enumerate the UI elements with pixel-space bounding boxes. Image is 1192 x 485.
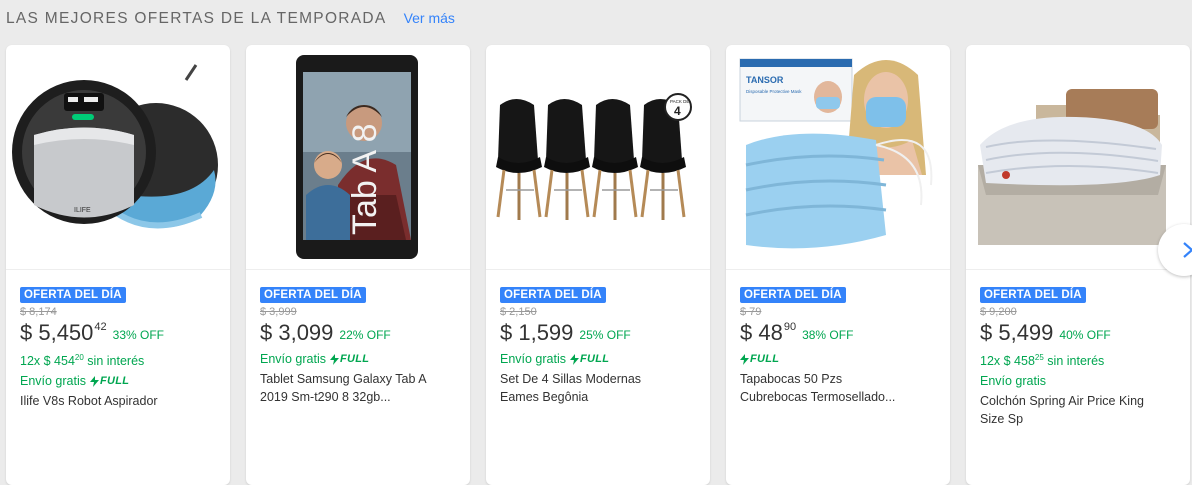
product-card-robot-vacuum[interactable]: ILIFE OFERTA DEL DÍA $ 8,174 $ 5,450 42 …: [6, 45, 230, 485]
svg-text:Disposable Protective Mask: Disposable Protective Mask: [746, 89, 802, 94]
installments: 12x $ 45420 sin interés: [20, 353, 145, 369]
card-divider: [246, 269, 470, 270]
card-divider: [6, 269, 230, 270]
product-card-chairs[interactable]: PACK DE 4 OFERTA DEL DÍA $ 2,150 $ 1,599…: [486, 45, 710, 485]
price-cents: 42: [94, 321, 107, 333]
product-card-face-masks[interactable]: TANSOR Disposable Protective Mask OFERTA…: [726, 45, 950, 485]
deal-of-day-badge: OFERTA DEL DÍA: [740, 287, 846, 303]
price: $ 5,499: [980, 320, 1054, 345]
shipping-info: Envío gratis FULL: [260, 348, 460, 370]
product-title[interactable]: Colchón Spring Air Price King Size Sp: [980, 392, 1150, 428]
price-cents: 90: [783, 321, 797, 333]
free-shipping-label: Envío gratis: [20, 374, 87, 389]
full-badge: FULL: [330, 348, 369, 370]
lightning-icon: [90, 375, 100, 387]
mattress-image[interactable]: [966, 45, 1190, 269]
discount-label: 25% OFF: [579, 328, 631, 342]
full-badge: FULL: [740, 348, 779, 370]
price: $ 3,099: [260, 320, 334, 345]
card-divider: [486, 269, 710, 270]
old-price: $ 79: [740, 306, 762, 318]
svg-text:ILIFE: ILIFE: [74, 207, 91, 214]
old-price: $ 9,200: [980, 306, 1017, 318]
card-divider: [726, 269, 950, 270]
deal-of-day-badge: OFERTA DEL DÍA: [20, 287, 126, 303]
installments: 12x $ 45825 sin interés: [980, 353, 1105, 369]
product-card-tablet[interactable]: Tab A 8 OFERTA DEL DÍA $ 3,999 $ 3,099 2…: [246, 45, 470, 485]
shipping-info: Envío gratis FULL: [500, 348, 700, 370]
deal-of-day-badge: OFERTA DEL DÍA: [500, 287, 606, 303]
old-price: $ 8,174: [20, 306, 57, 318]
price: $ 48: [740, 320, 783, 345]
lightning-icon: [570, 353, 580, 365]
product-title[interactable]: Tapabocas 50 Pzs Cubrebocas Termosellado…: [740, 370, 910, 406]
shipping-info: FULL: [740, 348, 940, 370]
product-title[interactable]: Set De 4 Sillas Modernas Eames Begônia: [500, 370, 670, 406]
svg-text:4: 4: [674, 104, 681, 118]
product-title[interactable]: Tablet Samsung Galaxy Tab A 2019 Sm-t290…: [260, 370, 430, 406]
discount-label: 33% OFF: [112, 328, 165, 342]
old-price: $ 2,150: [500, 306, 537, 318]
chairs-image[interactable]: PACK DE 4: [486, 45, 710, 269]
product-card-mattress[interactable]: OFERTA DEL DÍA $ 9,200 $ 5,499 40% OFF 1…: [966, 45, 1190, 485]
face-masks-image[interactable]: TANSOR Disposable Protective Mask: [726, 45, 950, 269]
section-header: LAS MEJORES OFERTAS DE LA TEMPORADA Ver …: [6, 10, 455, 28]
shipping-info: Envío gratis: [980, 370, 1180, 392]
tablet-image[interactable]: Tab A 8: [246, 45, 470, 269]
robot-vacuum-image[interactable]: ILIFE: [6, 45, 230, 269]
old-price: $ 3,999: [260, 306, 297, 318]
discount-label: 22% OFF: [339, 328, 391, 342]
product-title[interactable]: Ilife V8s Robot Aspirador: [20, 392, 190, 410]
deal-of-day-badge: OFERTA DEL DÍA: [260, 287, 366, 303]
tablet-screen-text: Tab A 8: [346, 123, 384, 235]
free-shipping-label: Envío gratis: [260, 352, 327, 366]
discount-label: 40% OFF: [1059, 328, 1111, 342]
shipping-info: Envío gratis FULL: [20, 370, 220, 392]
svg-text:TANSOR: TANSOR: [746, 75, 784, 85]
discount-label: 38% OFF: [802, 328, 854, 342]
full-badge: FULL: [90, 370, 129, 392]
chevron-right-icon: [1183, 242, 1192, 258]
price: $ 5,450: [20, 320, 94, 345]
lightning-icon: [330, 353, 340, 365]
section-title: LAS MEJORES OFERTAS DE LA TEMPORADA: [6, 10, 387, 27]
deal-of-day-badge: OFERTA DEL DÍA: [980, 287, 1086, 303]
lightning-icon: [740, 353, 749, 365]
free-shipping-label: Envío gratis: [500, 352, 567, 366]
price: $ 1,599: [500, 320, 574, 345]
full-badge: FULL: [570, 348, 609, 370]
free-shipping-label: Envío gratis: [980, 374, 1047, 389]
card-divider: [966, 269, 1190, 270]
see-more-link[interactable]: Ver más: [404, 10, 455, 26]
